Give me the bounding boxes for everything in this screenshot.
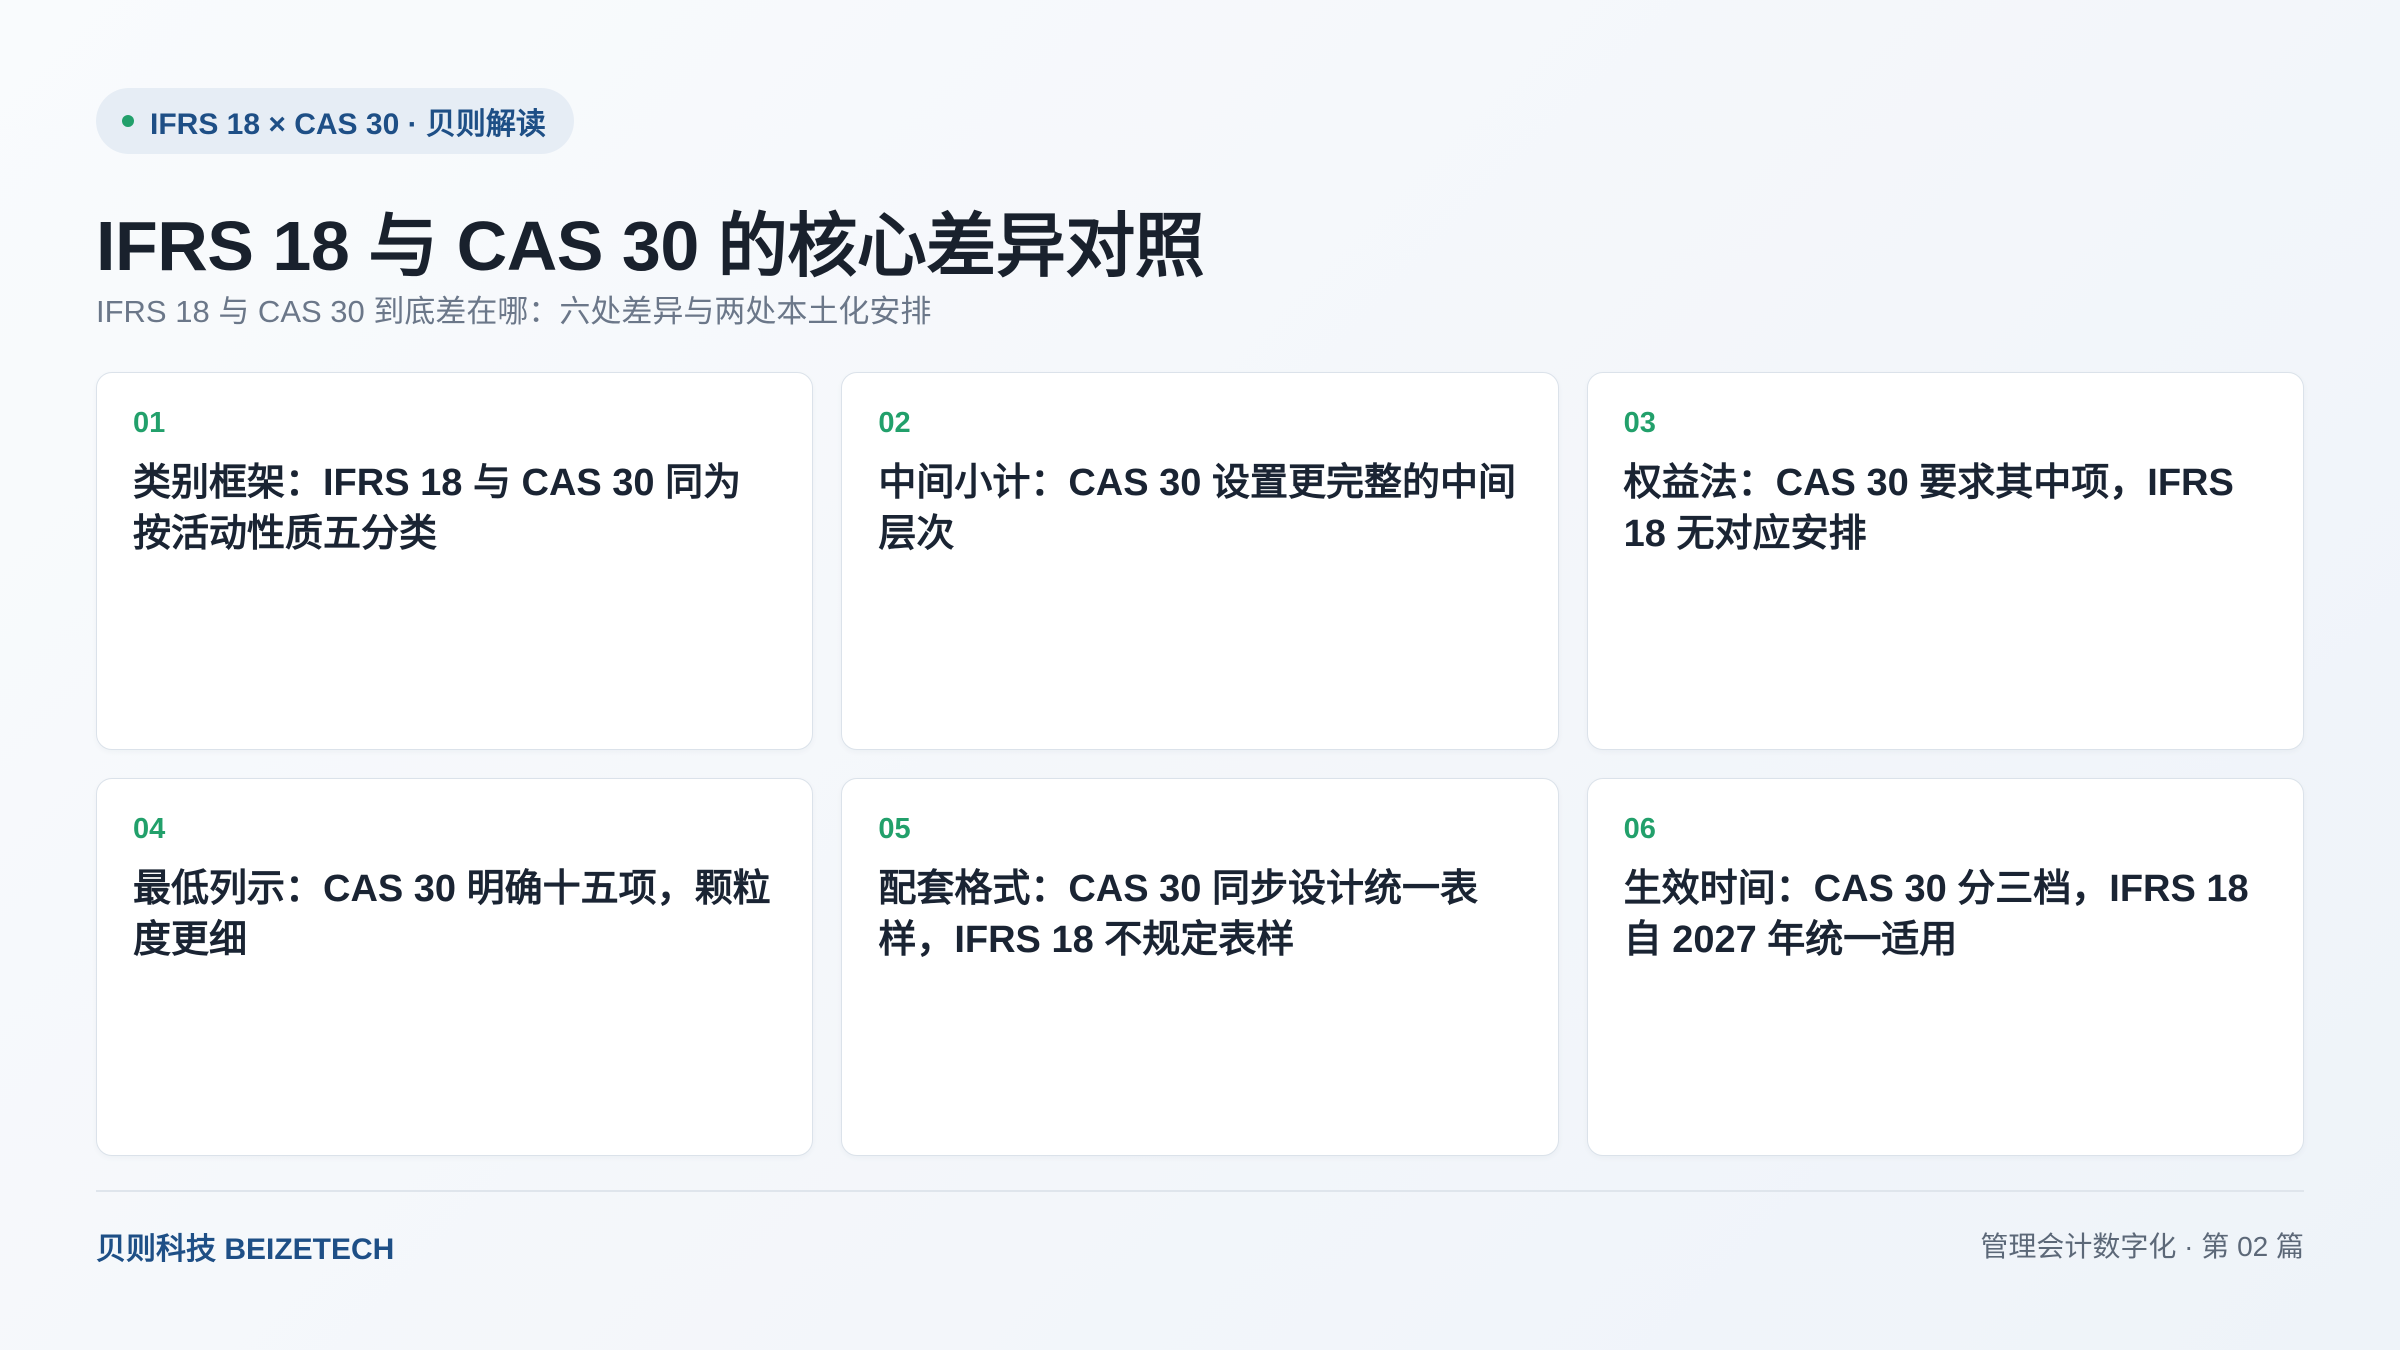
difference-card-06: 06 生效时间：CAS 30 分三档，IFRS 18 自 2027 年统一适用 xyxy=(1586,778,2304,1156)
series-tag: IFRS 18 × CAS 30 · 贝则解读 xyxy=(96,88,574,154)
card-text: 生效时间：CAS 30 分三档，IFRS 18 自 2027 年统一适用 xyxy=(1623,868,2249,961)
series-tag-label: IFRS 18 × CAS 30 · 贝则解读 xyxy=(150,108,546,141)
page-subtitle: IFRS 18 与 CAS 30 到底差在哪：六处差异与两处本土化安排 xyxy=(96,294,932,329)
card-text: 权益法：CAS 30 要求其中项，IFRS 18 无对应安排 xyxy=(1623,462,2234,555)
card-text: 类别框架：IFRS 18 与 CAS 30 同为按活动性质五分类 xyxy=(133,462,742,555)
card-text: 中间小计：CAS 30 设置更完整的中间层次 xyxy=(878,462,1516,555)
card-number: 02 xyxy=(878,407,911,439)
brand-name: 贝则科技 BEIZETECH xyxy=(96,1233,395,1266)
card-number: 04 xyxy=(133,813,166,845)
difference-grid: 01 类别框架：IFRS 18 与 CAS 30 同为按活动性质五分类 02 中… xyxy=(96,372,2304,1156)
status-dot-icon xyxy=(122,115,134,127)
card-number: 03 xyxy=(1623,407,1656,439)
series-info: 管理会计数字化 · 第 02 篇 xyxy=(1980,1231,2304,1262)
difference-card-03: 03 权益法：CAS 30 要求其中项，IFRS 18 无对应安排 xyxy=(1586,372,2304,750)
card-number: 06 xyxy=(1623,813,1656,845)
difference-card-02: 02 中间小计：CAS 30 设置更完整的中间层次 xyxy=(841,372,1559,750)
difference-card-01: 01 类别框架：IFRS 18 与 CAS 30 同为按活动性质五分类 xyxy=(96,372,814,750)
difference-card-04: 04 最低列示：CAS 30 明确十五项，颗粒度更细 xyxy=(96,778,814,1156)
footer-divider xyxy=(96,1190,2304,1192)
card-text: 最低列示：CAS 30 明确十五项，颗粒度更细 xyxy=(133,868,771,961)
card-number: 01 xyxy=(133,407,166,439)
card-number: 05 xyxy=(878,813,911,845)
page-title: IFRS 18 与 CAS 30 的核心差异对照 xyxy=(96,207,1205,285)
card-text: 配套格式：CAS 30 同步设计统一表样，IFRS 18 不规定表样 xyxy=(878,868,1478,961)
difference-card-05: 05 配套格式：CAS 30 同步设计统一表样，IFRS 18 不规定表样 xyxy=(841,778,1559,1156)
